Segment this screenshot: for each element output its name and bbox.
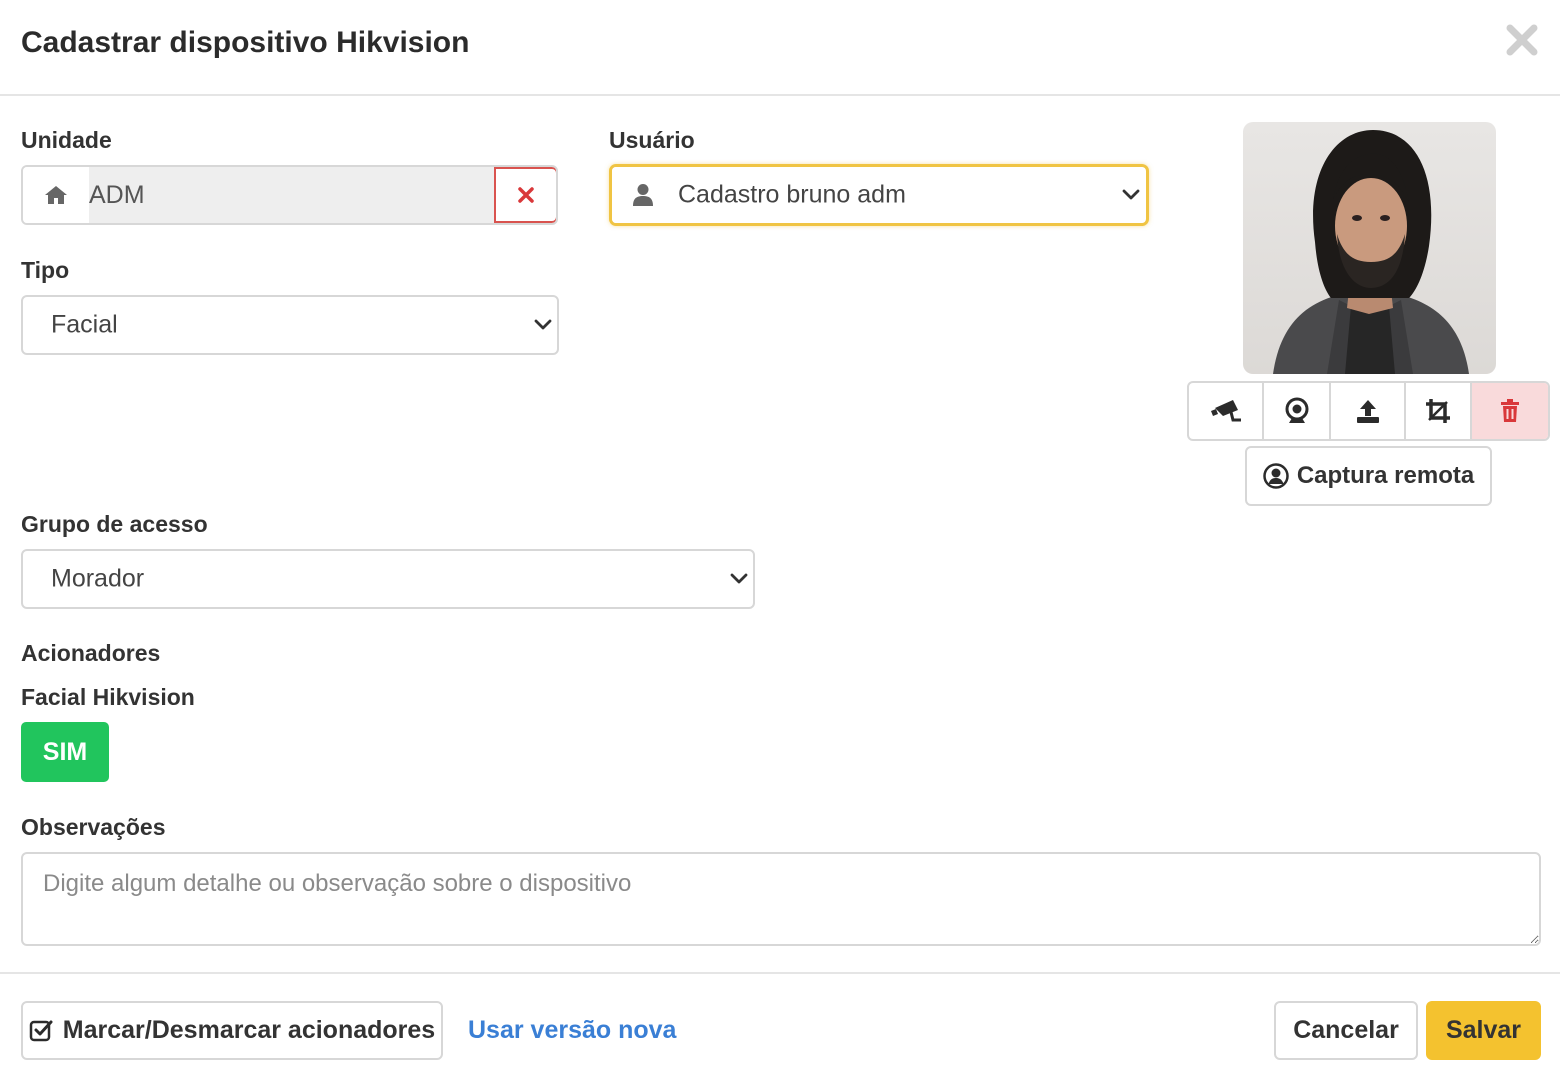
webcam-icon	[1285, 397, 1309, 423]
unidade-value: ADM	[89, 167, 494, 223]
check-square-icon	[29, 1020, 53, 1041]
toggle-triggers-label: Marcar/Desmarcar acionadores	[62, 1016, 436, 1044]
user-icon	[612, 167, 674, 223]
grupo-value: Morador	[51, 564, 145, 593]
trash-icon	[1500, 399, 1519, 422]
camera-icon	[1210, 400, 1241, 422]
facial-hikvision-label: Facial Hikvision	[21, 684, 195, 710]
close-icon	[1506, 24, 1538, 56]
close-icon	[518, 187, 534, 203]
grupo-select[interactable]: Morador	[21, 549, 755, 609]
save-button[interactable]: Salvar	[1426, 1001, 1541, 1060]
usuario-label: Usuário	[609, 127, 695, 153]
tipo-select[interactable]: Facial	[21, 295, 559, 355]
crop-icon	[1425, 399, 1450, 423]
camera-button[interactable]	[1189, 383, 1265, 439]
remote-capture-label: Captura remota	[1296, 462, 1475, 489]
home-icon	[23, 167, 89, 223]
toggle-triggers-button[interactable]: Marcar/Desmarcar acionadores	[21, 1001, 443, 1060]
delete-photo-button[interactable]	[1471, 383, 1548, 439]
crop-button[interactable]	[1406, 383, 1472, 439]
remote-capture-button[interactable]: Captura remota	[1245, 446, 1492, 506]
grupo-label: Grupo de acesso	[21, 511, 208, 537]
webcam-button[interactable]	[1264, 383, 1332, 439]
user-circle-icon	[1263, 463, 1289, 489]
tipo-value: Facial	[51, 310, 118, 339]
unidade-field[interactable]: ADM	[21, 165, 558, 225]
acionadores-label: Acionadores	[21, 640, 161, 666]
chevron-down-icon	[730, 573, 748, 584]
photo-toolbar	[1187, 381, 1550, 441]
upload-icon	[1356, 400, 1379, 423]
tipo-label: Tipo	[21, 257, 70, 283]
chevron-down-icon	[1122, 189, 1140, 200]
close-button[interactable]	[1500, 18, 1544, 62]
unidade-clear-button[interactable]	[494, 167, 556, 223]
user-photo	[1243, 122, 1496, 374]
usuario-value: Cadastro bruno adm	[678, 180, 906, 209]
new-version-link[interactable]: Usar versão nova	[468, 1016, 676, 1045]
observacoes-textarea[interactable]	[21, 852, 1541, 946]
unidade-label: Unidade	[21, 127, 112, 153]
observacoes-label: Observações	[21, 814, 166, 840]
cancel-button[interactable]: Cancelar	[1274, 1001, 1418, 1060]
modal-header: Cadastrar dispositivo Hikvision	[0, 0, 1560, 96]
chevron-down-icon	[534, 319, 552, 330]
facial-hikvision-toggle[interactable]: SIM	[21, 722, 109, 782]
modal-title: Cadastrar dispositivo Hikvision	[21, 26, 470, 59]
usuario-select[interactable]: Cadastro bruno adm	[609, 164, 1149, 226]
upload-button[interactable]	[1331, 383, 1406, 439]
